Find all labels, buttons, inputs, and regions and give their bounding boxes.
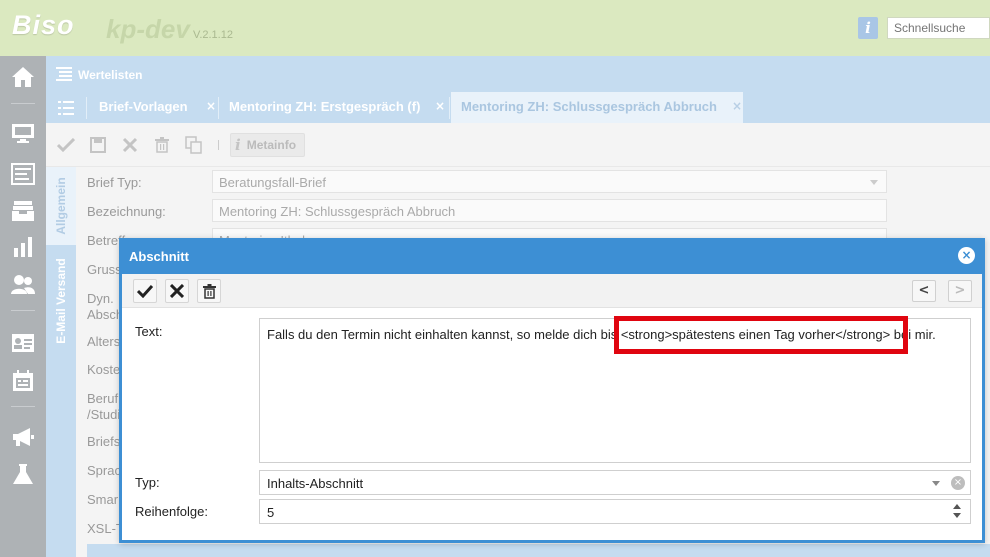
reihenfolge-label: Reihenfolge: — [135, 504, 208, 519]
close-icon[interactable]: × — [435, 92, 445, 121]
home-icon[interactable] — [0, 60, 46, 94]
metainfo-label: Metainfo — [246, 138, 297, 152]
text-label: Text: — [135, 324, 163, 339]
vertical-tab-strip: Allgemein E-Mail Versand — [46, 167, 76, 557]
spinner-arrows-icon[interactable] — [952, 503, 962, 520]
list-icon[interactable] — [0, 157, 46, 191]
clear-icon[interactable]: × — [951, 476, 965, 490]
tab-mentoring-erstgespraech[interactable]: Mentoring ZH: Erstgespräch (f) × — [219, 92, 448, 123]
save-and-close-button[interactable] — [133, 279, 157, 303]
tab-label: Mentoring ZH: Schlussgespräch Abbruch — [461, 99, 717, 114]
chevron-down-icon[interactable] — [932, 481, 940, 486]
calendar-icon[interactable] — [0, 364, 46, 398]
next-button[interactable]: > — [948, 280, 972, 302]
metainfo-button[interactable]: i Metainfo — [230, 133, 306, 157]
panel-titlebar: Wertelisten — [46, 56, 990, 92]
vtab-email-versand[interactable]: E-Mail Versand — [46, 247, 76, 355]
studium-label: /Studi — [87, 407, 121, 422]
chevron-down-icon[interactable] — [870, 180, 878, 185]
abschnitt-label: Absch — [87, 307, 124, 322]
bezeichnung-label: Bezeichnung: — [87, 204, 166, 219]
close-icon[interactable]: × — [732, 92, 742, 121]
dialog-header: Abschnitt × — [119, 238, 985, 274]
smart-label: Smar — [87, 492, 119, 507]
trash-icon[interactable] — [150, 133, 174, 157]
dialog-title: Abschnitt — [129, 249, 189, 264]
tab-brief-vorlagen[interactable]: Brief-Vorlagen × — [89, 92, 217, 123]
tab-list-icon[interactable] — [58, 101, 74, 115]
version-label: V.2.1.12 — [193, 29, 233, 41]
flask-icon[interactable] — [0, 458, 46, 492]
alters-label: Alters — [87, 334, 121, 349]
panel-footer — [87, 544, 990, 557]
dialog-toolbar: < > — [122, 274, 982, 308]
toolbar-divider — [218, 140, 219, 150]
app-logo[interactable]: Biso — [12, 10, 75, 41]
close-icon[interactable]: × — [206, 92, 216, 121]
close-icon[interactable]: × — [958, 247, 975, 264]
reihenfolge-stepper[interactable]: 5 — [259, 499, 971, 524]
vtab-allgemein[interactable]: Allgemein — [46, 167, 76, 245]
tab-label: Mentoring ZH: Erstgespräch (f) — [229, 99, 421, 114]
main-navigation — [0, 56, 46, 557]
save-icon[interactable] — [86, 133, 110, 157]
copy-icon[interactable] — [182, 133, 206, 157]
brief-typ-label: Brief Typ: — [87, 175, 142, 190]
info-icon: i — [235, 136, 241, 154]
typ-select[interactable]: Inhalts-Abschnitt × — [259, 470, 971, 495]
checkmark-icon — [137, 284, 153, 298]
top-header: Biso kp-dev V.2.1.12 i — [0, 0, 990, 56]
delete-button[interactable] — [197, 279, 221, 303]
record-toolbar: i Metainfo — [46, 123, 990, 167]
users-icon[interactable] — [0, 268, 46, 302]
typ-label: Typ: — [135, 475, 160, 490]
info-icon[interactable]: i — [858, 17, 878, 39]
close-icon[interactable] — [118, 133, 142, 157]
megaphone-icon[interactable] — [0, 420, 46, 454]
quicksearch-input[interactable] — [887, 17, 990, 39]
sprache-label: Sprac — [87, 463, 121, 478]
tab-mentoring-schlussgespraech[interactable]: Mentoring ZH: Schlussgespräch Abbruch × — [451, 92, 743, 123]
list-icon — [56, 67, 72, 81]
previous-button[interactable]: < — [912, 280, 936, 302]
kosten-label: Koste — [87, 362, 121, 377]
beruf-label: Beruf — [87, 391, 119, 406]
abschnitt-dialog: Abschnitt × < > Text: Falls du den Termi… — [119, 238, 985, 543]
contact-card-icon[interactable] — [0, 326, 46, 360]
monitor-icon[interactable] — [0, 116, 46, 150]
tab-bar: Brief-Vorlagen × Mentoring ZH: Erstgespr… — [46, 92, 990, 123]
gruss-label: Gruss — [87, 262, 122, 277]
highlight-box — [614, 316, 908, 354]
page-title: Wertelisten — [78, 68, 143, 82]
bar-chart-icon[interactable] — [0, 230, 46, 264]
tab-label: Brief-Vorlagen — [99, 99, 188, 114]
brief-typ-select[interactable]: Beratungsfall-Brief — [212, 170, 887, 193]
dyn-label: Dyn. — [87, 291, 114, 306]
bezeichnung-input[interactable]: Mentoring ZH: Schlussgespräch Abbruch — [212, 199, 887, 222]
briefs-label: Briefs — [87, 434, 121, 449]
environment-name: kp-dev — [106, 14, 190, 44]
inbox-icon[interactable] — [0, 194, 46, 228]
trash-icon — [202, 283, 216, 299]
cancel-button[interactable] — [165, 279, 189, 303]
close-icon — [170, 284, 184, 298]
checkmark-icon[interactable] — [54, 133, 78, 157]
